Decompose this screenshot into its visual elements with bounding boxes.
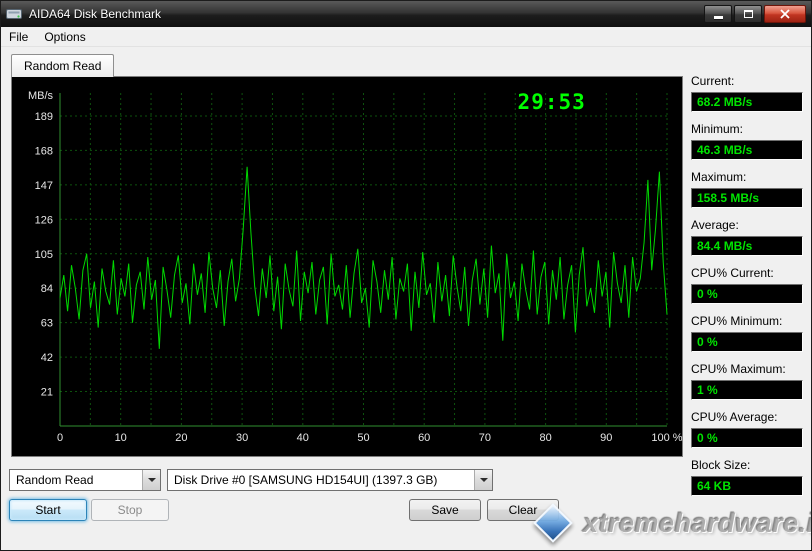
stat-value-box: 0 % [691, 428, 803, 448]
stat-label: Current: [691, 74, 803, 90]
svg-text:20: 20 [175, 432, 187, 444]
svg-text:60: 60 [418, 432, 430, 444]
benchmark-chart: 21 42 63 84 105 126 147 168 189 MB/s 0 10 20 30 40 50 60… [12, 77, 682, 456]
svg-text:MB/s: MB/s [28, 90, 54, 102]
stat-value-box: 0 % [691, 284, 803, 304]
stat-value-box: 46.3 MB/s [691, 140, 803, 160]
stat-label: Average: [691, 218, 803, 234]
stat-row-7: CPU% Average: 0 % [691, 410, 803, 448]
minimize-icon [714, 16, 723, 19]
svg-text:42: 42 [41, 352, 53, 364]
svg-text:90: 90 [600, 432, 612, 444]
stat-row-3: Average: 84.4 MB/s [691, 218, 803, 256]
chart-panel: 21 42 63 84 105 126 147 168 189 MB/s 0 10 20 30 40 50 60… [11, 76, 683, 457]
svg-text:168: 168 [35, 145, 53, 157]
svg-text:80: 80 [539, 432, 551, 444]
maximize-button[interactable] [734, 5, 762, 23]
test-type-combobox[interactable]: Random Read [9, 469, 161, 491]
stat-value-box: 68.2 MB/s [691, 92, 803, 112]
watermark-text: xtremehardware.it [583, 508, 812, 539]
minimize-button[interactable] [704, 5, 732, 23]
test-type-dropdown-button[interactable] [142, 470, 160, 490]
close-icon [780, 9, 790, 19]
save-button[interactable]: Save [409, 499, 481, 521]
stat-label: Block Size: [691, 458, 803, 474]
svg-text:147: 147 [35, 180, 53, 192]
start-button[interactable]: Start [9, 499, 87, 521]
svg-text:50: 50 [357, 432, 369, 444]
stat-label: CPU% Average: [691, 410, 803, 426]
chevron-down-icon [148, 478, 156, 482]
svg-text:100 %: 100 % [651, 432, 682, 444]
stat-row-6: CPU% Maximum: 1 % [691, 362, 803, 400]
stat-row-5: CPU% Minimum: 0 % [691, 314, 803, 352]
stat-value-box: 158.5 MB/s [691, 188, 803, 208]
drive-value: Disk Drive #0 [SAMSUNG HD154UI] (1397.3 … [168, 470, 474, 490]
stat-row-2: Maximum: 158.5 MB/s [691, 170, 803, 208]
menu-item-file[interactable]: File [1, 28, 36, 46]
stats-panel: Current: 68.2 MB/s Minimum: 46.3 MB/s Maximu… [691, 74, 803, 506]
stat-label: CPU% Current: [691, 266, 803, 282]
stat-row-4: CPU% Current: 0 % [691, 266, 803, 304]
stat-value-box: 0 % [691, 332, 803, 352]
svg-text:30: 30 [236, 432, 248, 444]
svg-text:70: 70 [479, 432, 491, 444]
svg-text:63: 63 [41, 318, 53, 330]
stat-row-1: Minimum: 46.3 MB/s [691, 122, 803, 160]
svg-text:126: 126 [35, 214, 53, 226]
stat-label: CPU% Minimum: [691, 314, 803, 330]
stat-label: Maximum: [691, 170, 803, 186]
test-type-value: Random Read [10, 470, 142, 490]
stop-button[interactable]: Stop [91, 499, 169, 521]
chevron-down-icon [480, 478, 488, 482]
aida64-disk-benchmark-window: AIDA64 Disk Benchmark File Options Rando… [0, 0, 812, 551]
menubar: File Options [1, 27, 811, 47]
close-button[interactable] [764, 5, 806, 23]
svg-text:40: 40 [297, 432, 309, 444]
stat-value-box: 1 % [691, 380, 803, 400]
svg-text:10: 10 [115, 432, 127, 444]
maximize-icon [744, 10, 753, 18]
stat-value-box: 64 KB [691, 476, 803, 496]
tab-label: Random Read [24, 59, 101, 73]
drive-dropdown-button[interactable] [474, 470, 492, 490]
svg-text:21: 21 [41, 387, 53, 399]
tab-random-read[interactable]: Random Read [11, 54, 114, 77]
stat-row-8: Block Size: 64 KB [691, 458, 803, 496]
elapsed-time: 29:53 [518, 90, 586, 114]
window-title: AIDA64 Disk Benchmark [29, 7, 702, 21]
drive-combobox[interactable]: Disk Drive #0 [SAMSUNG HD154UI] (1397.3 … [167, 469, 493, 491]
svg-text:0: 0 [57, 432, 63, 444]
svg-text:84: 84 [41, 283, 53, 295]
svg-text:189: 189 [35, 111, 53, 123]
titlebar[interactable]: AIDA64 Disk Benchmark [1, 1, 811, 27]
stat-row-0: Current: 68.2 MB/s [691, 74, 803, 112]
svg-text:105: 105 [35, 249, 53, 261]
clear-button[interactable]: Clear [487, 499, 559, 521]
menu-item-options[interactable]: Options [36, 28, 93, 46]
stat-label: CPU% Maximum: [691, 362, 803, 378]
stat-value-box: 84.4 MB/s [691, 236, 803, 256]
disk-drive-icon [6, 6, 24, 22]
stat-label: Minimum: [691, 122, 803, 138]
